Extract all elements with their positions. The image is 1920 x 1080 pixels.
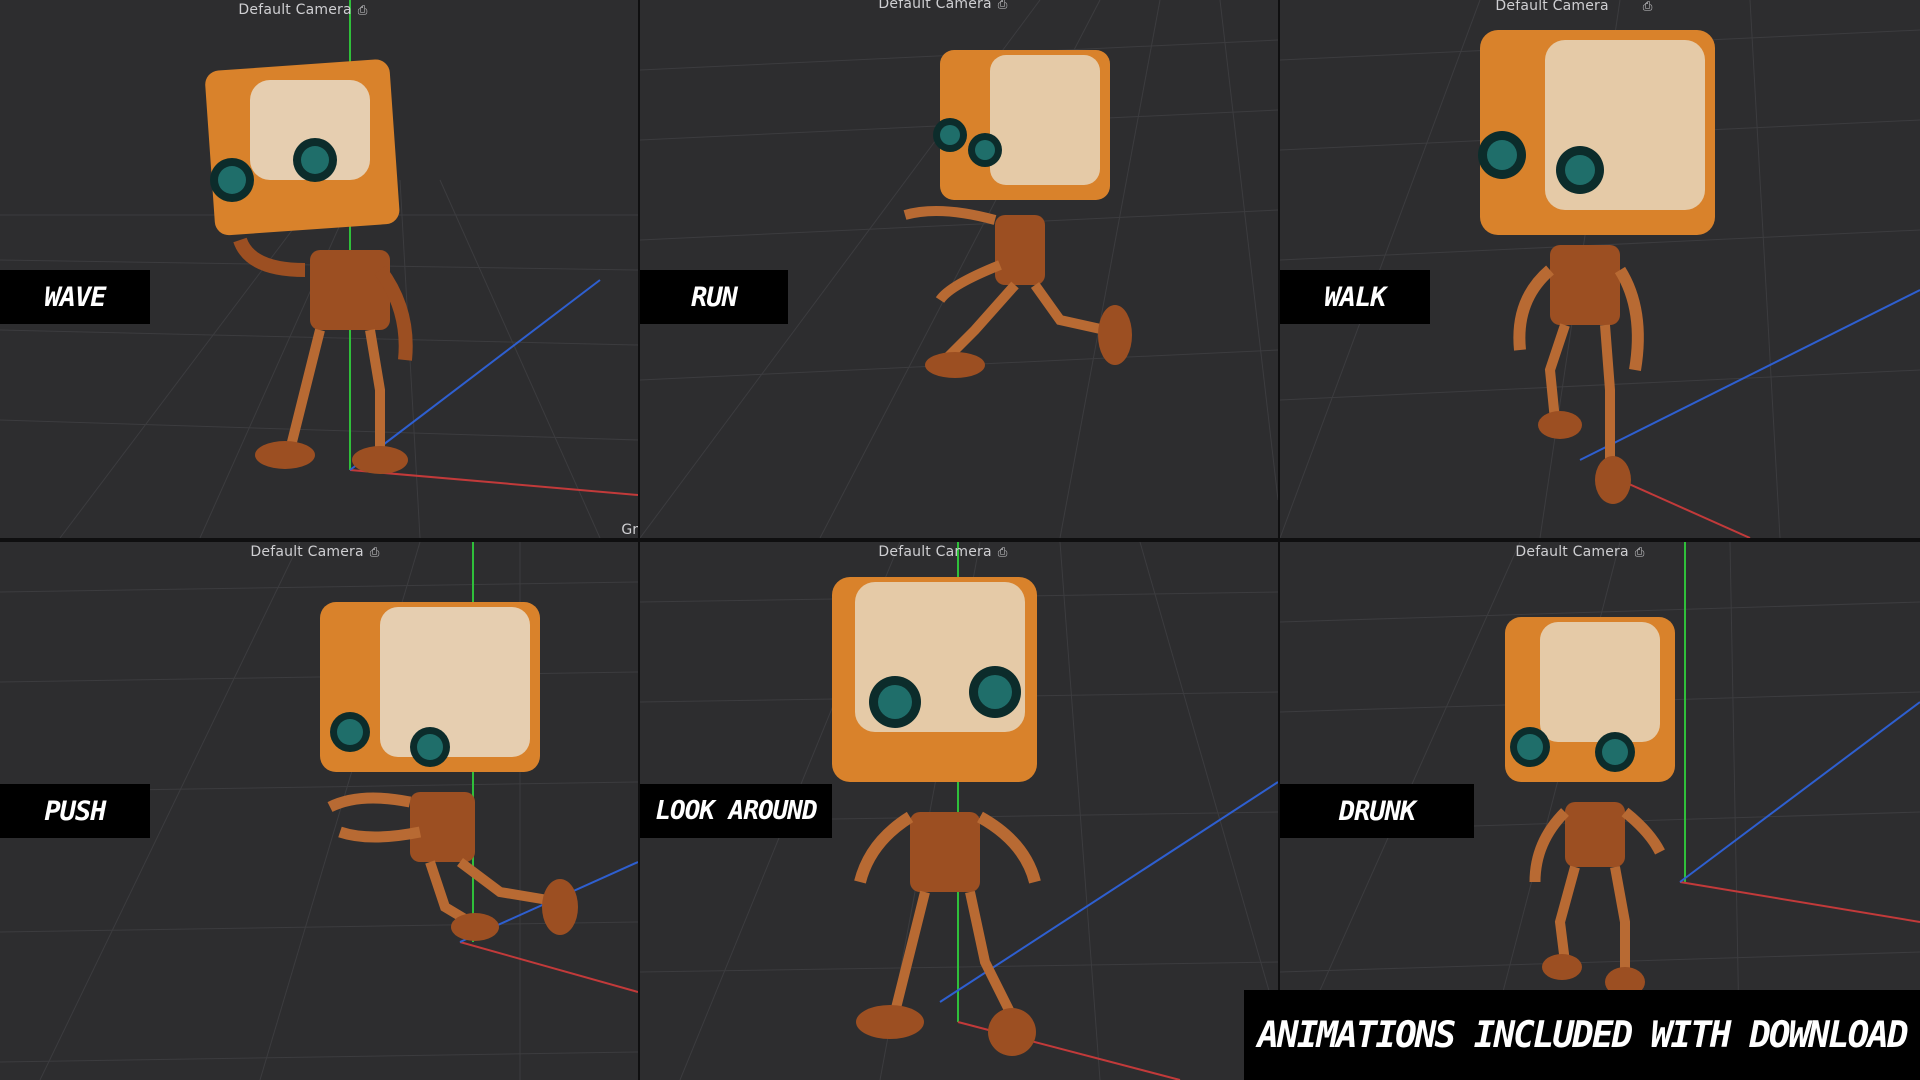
viewport-run[interactable]: Default Camera ⎙ RUN [640,0,1278,538]
camera-name: Default Camera [1495,0,1609,14]
viewport-grid: Default Camera ⎙ WAVE Gr Default Camera … [0,0,1920,1080]
camera-icon: ⎙ [997,545,1008,559]
scene-run [640,0,1278,538]
viewport-wave[interactable]: Default Camera ⎙ WAVE Gr [0,0,638,538]
robot-walk [1478,30,1715,504]
scene-walk [1280,0,1920,538]
viewport-walk[interactable]: Default Camera ⎙ WALK [1280,0,1920,538]
camera-name: Default Camera [250,544,364,560]
camera-label[interactable]: Default Camera ⎙ [1495,0,1652,14]
camera-name: Default Camera [878,0,992,12]
camera-icon: ⎙ [997,0,1008,11]
camera-icon: ⎙ [369,545,380,559]
robot-drunk [1505,617,1675,997]
camera-name: Default Camera [878,544,992,560]
animation-label: DRUNK [1280,784,1474,838]
download-banner: ANIMATIONS INCLUDED WITH DOWNLOAD [1244,990,1920,1080]
camera-name: Default Camera [1515,544,1629,560]
viewport-look-around[interactable]: Default Camera ⎙ LOOK AROUND [640,542,1278,1080]
camera-label[interactable]: Default Camera ⎙ [1515,544,1644,560]
scene-wave [0,0,638,538]
animation-label: RUN [640,270,788,324]
animation-label: WAVE [0,270,150,324]
robot-push [320,602,578,941]
camera-label[interactable]: Default Camera ⎙ [238,2,367,18]
camera-icon: ⎙ [357,3,368,17]
camera-name: Default Camera [238,2,352,18]
animation-label: WALK [1280,270,1430,324]
robot-run [903,50,1132,378]
animation-label: PUSH [0,784,150,838]
animation-label: LOOK AROUND [640,784,832,838]
camera-icon: ⎙ [1642,0,1653,13]
camera-label[interactable]: Default Camera ⎙ [878,0,1007,12]
viewport-push[interactable]: Default Camera ⎙ PUSH [0,542,638,1080]
camera-label[interactable]: Default Camera ⎙ [250,544,379,560]
camera-icon: ⎙ [1634,545,1645,559]
robot-wave [205,59,413,474]
camera-label[interactable]: Default Camera ⎙ [878,544,1007,560]
viewport-corner-text: Gr [621,522,638,538]
